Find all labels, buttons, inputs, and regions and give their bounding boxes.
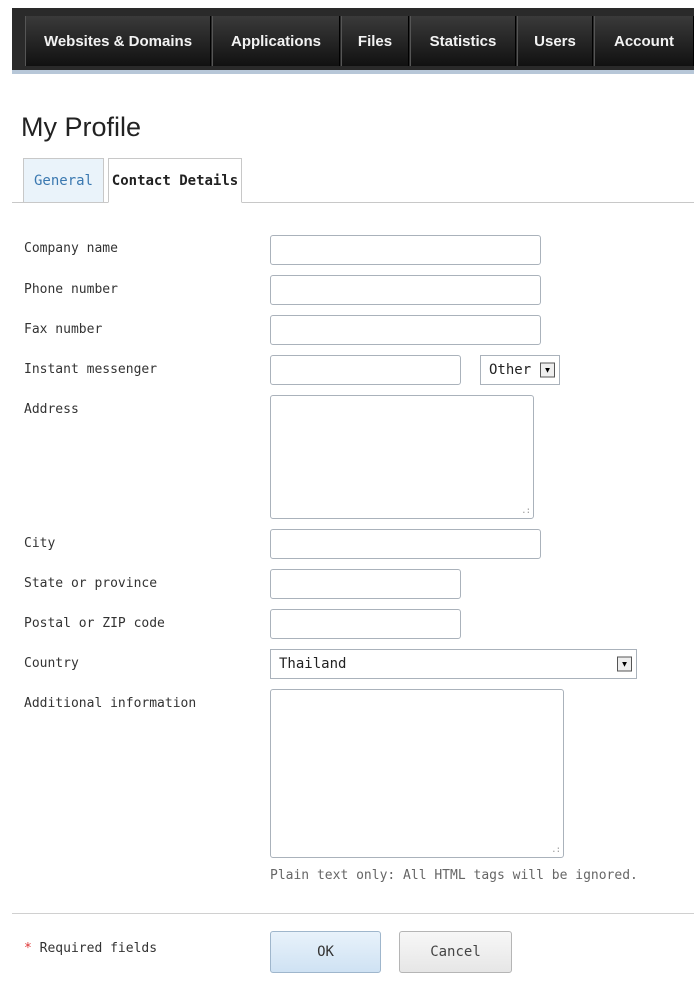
nav-tab-account[interactable]: Account	[594, 16, 694, 66]
postal-input[interactable]	[270, 609, 461, 639]
address-label: Address	[24, 402, 79, 417]
postal-label: Postal or ZIP code	[24, 616, 165, 631]
city-label: City	[24, 536, 56, 551]
tab-contact-details[interactable]: Contact Details	[108, 158, 242, 203]
plain-text-hint: Plain text only: All HTML tags will be i…	[270, 868, 638, 883]
address-wrapper: .:	[270, 395, 534, 519]
nav-tab-statistics[interactable]: Statistics	[410, 16, 516, 66]
fax-number-label: Fax number	[24, 322, 103, 337]
address-textarea[interactable]	[270, 395, 534, 519]
company-name-input[interactable]	[270, 235, 541, 265]
nav-tab-files[interactable]: Files	[341, 16, 409, 66]
country-label: Country	[24, 656, 79, 671]
instant-messenger-label: Instant messenger	[24, 362, 158, 377]
country-select[interactable]: Thailand ▼	[270, 649, 637, 679]
tab-general[interactable]: General	[23, 158, 104, 202]
required-star: *	[24, 941, 32, 956]
page-title: My Profile	[21, 112, 142, 142]
form-footer-divider	[12, 913, 694, 914]
nav-tab-websites-domains[interactable]: Websites & Domains	[25, 16, 211, 66]
resize-grip-icon[interactable]: .:	[521, 506, 531, 516]
fax-number-input[interactable]	[270, 315, 541, 345]
country-value: Thailand	[279, 656, 347, 672]
resize-grip-icon[interactable]: .:	[551, 845, 561, 855]
cancel-button[interactable]: Cancel	[399, 931, 512, 973]
state-input[interactable]	[270, 569, 461, 599]
nav-tab-users[interactable]: Users	[517, 16, 593, 66]
ok-button[interactable]: OK	[270, 931, 381, 973]
top-navigation: Websites & Domains Applications Files St…	[0, 0, 694, 74]
additional-info-textarea[interactable]	[270, 689, 564, 858]
phone-number-input[interactable]	[270, 275, 541, 305]
phone-number-label: Phone number	[24, 282, 118, 297]
company-name-label: Company name	[24, 241, 118, 256]
additional-info-wrapper: .:	[270, 689, 564, 858]
messenger-type-value: Other	[489, 362, 532, 378]
chevron-down-icon[interactable]: ▼	[540, 362, 555, 378]
required-fields-note: * Required fields	[24, 941, 157, 956]
state-label: State or province	[24, 576, 158, 591]
instant-messenger-input[interactable]	[270, 355, 461, 385]
additional-info-label: Additional information	[24, 696, 197, 711]
messenger-type-select[interactable]: Other ▼	[480, 355, 560, 385]
city-input[interactable]	[270, 529, 541, 559]
nav-tab-applications[interactable]: Applications	[212, 16, 340, 66]
chevron-down-icon[interactable]: ▼	[617, 656, 632, 672]
required-fields-text: Required fields	[31, 941, 158, 956]
